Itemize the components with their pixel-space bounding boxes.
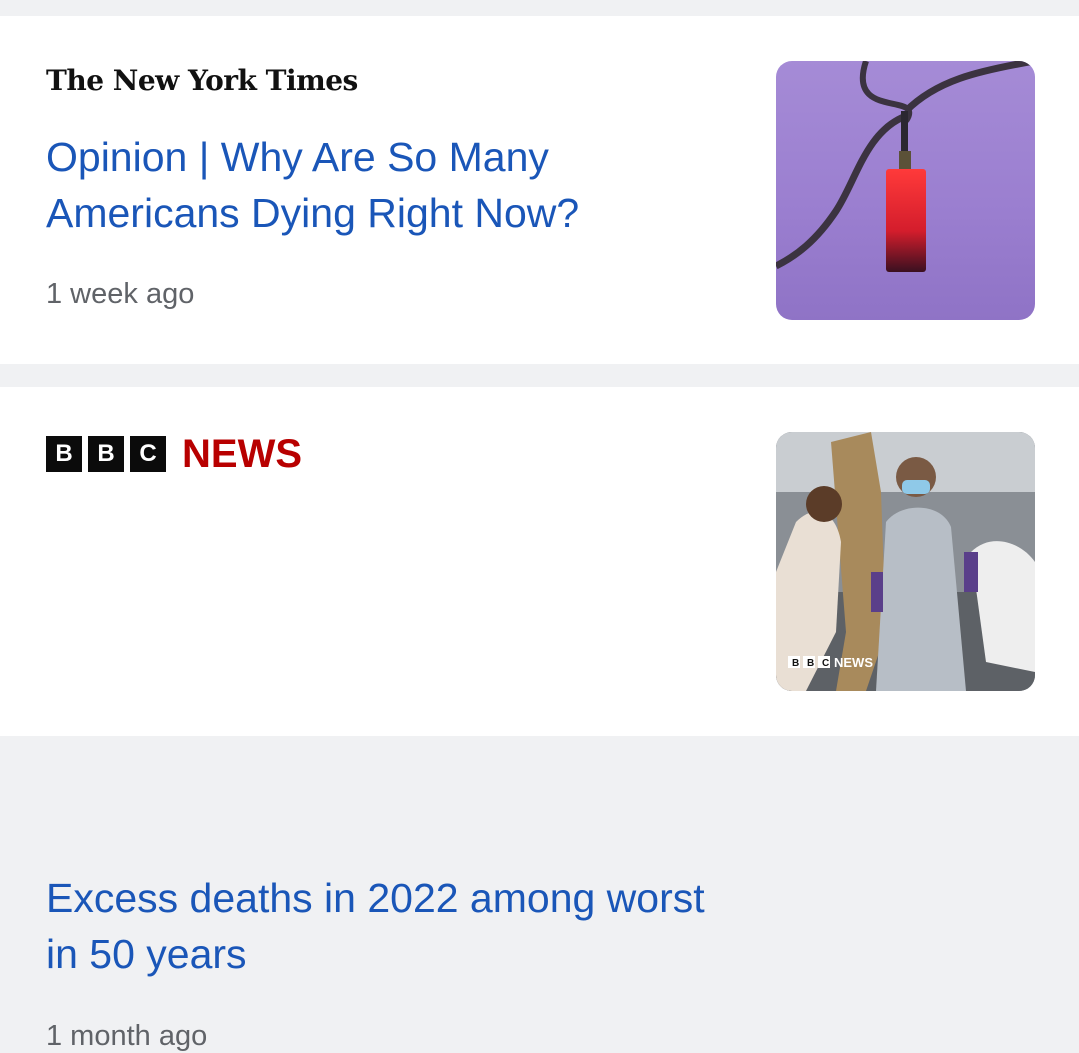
- article-headline[interactable]: Opinion | Why Are So Many Americans Dyin…: [46, 129, 726, 241]
- bbc-logo-block: C: [130, 436, 166, 472]
- svg-text:C: C: [822, 658, 829, 669]
- svg-text:B: B: [792, 658, 799, 669]
- bbc-logo-block: B: [46, 436, 82, 472]
- svg-text:NEWS: NEWS: [834, 655, 873, 670]
- article-headline[interactable]: Excess deaths in 2022 among worst in 50 …: [46, 870, 726, 982]
- bbc-news-logo: B B C NEWS: [46, 432, 302, 476]
- blood-bag-tube-image: [776, 61, 1035, 272]
- hospital-staff-image: B B C NEWS: [776, 432, 1035, 691]
- article-thumbnail[interactable]: B B C NEWS: [776, 432, 1035, 691]
- svg-text:B: B: [807, 658, 814, 669]
- bbc-logo-block: B: [88, 436, 124, 472]
- article-timestamp: 1 month ago: [46, 1020, 208, 1052]
- bbc-news-wordmark: NEWS: [182, 432, 302, 476]
- nyt-logo: The New York Times: [46, 64, 358, 97]
- article-timestamp: 1 week ago: [46, 278, 195, 310]
- article-thumbnail[interactable]: [776, 61, 1035, 320]
